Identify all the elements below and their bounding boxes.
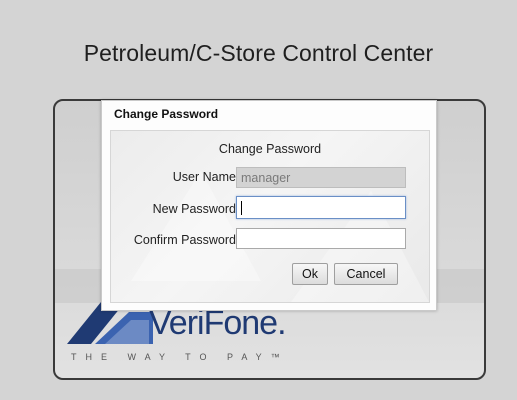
- new-password-label: New Password: [152, 202, 236, 216]
- change-password-dialog: Change Password Change Password User Nam…: [101, 100, 437, 311]
- ok-button[interactable]: Ok: [292, 263, 328, 285]
- cancel-button[interactable]: Cancel: [334, 263, 398, 285]
- new-password-field[interactable]: [236, 196, 406, 219]
- user-name-field: [236, 167, 406, 188]
- user-name-label: User Name: [172, 170, 236, 184]
- form-header: Change Password: [218, 142, 322, 156]
- brand-tagline: THE WAY TO PAY™: [71, 352, 289, 362]
- confirm-password-field[interactable]: [236, 228, 406, 249]
- dialog-title: Change Password: [114, 107, 219, 121]
- confirm-password-label: Confirm Password: [133, 233, 236, 247]
- text-caret: [241, 201, 242, 215]
- app-title: Petroleum/C-Store Control Center: [83, 40, 434, 66]
